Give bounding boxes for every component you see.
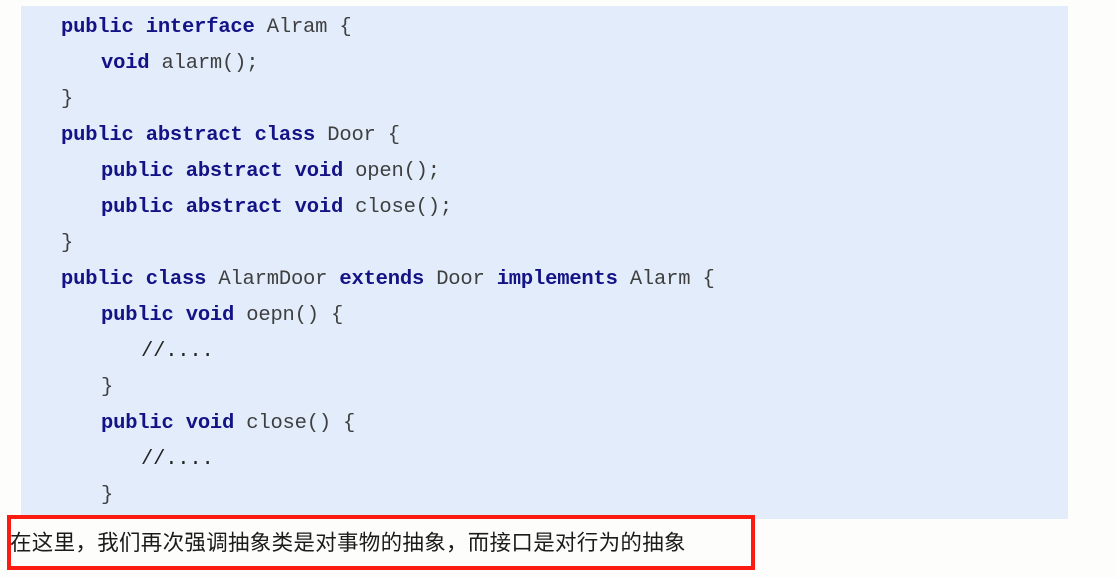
code-token-id: alarm(); [161, 52, 259, 75]
code-token-cm: //.... [141, 448, 214, 471]
code-line: public class AlarmDoor extends Door impl… [21, 262, 1068, 298]
code-token-id: close() { [246, 412, 356, 435]
code-token-kw: public void [101, 412, 247, 435]
code-line: public abstract void open(); [21, 154, 1068, 190]
code-token-kw: implements [496, 268, 630, 291]
code-line: } [21, 226, 1068, 262]
code-line: public void oepn() { [21, 298, 1068, 334]
code-token-id: } [101, 376, 114, 399]
callout-text: 在这里，我们再次强调抽象类是对事物的抽象，而接口是对行为的抽象 [10, 531, 686, 556]
code-token-kw: public void [101, 304, 247, 327]
code-token-id: Alarm { [629, 268, 715, 291]
code-token-id: Door [436, 268, 497, 291]
code-lines: public interface Alram {void alarm();} pu… [21, 6, 1068, 519]
code-token-id: oepn() { [246, 304, 344, 327]
code-token-id: open(); [355, 160, 440, 183]
code-token-kw: public abstract class [61, 124, 328, 147]
code-token-cm: //.... [141, 340, 214, 363]
code-line: //.... [21, 334, 1068, 370]
code-line: } [21, 370, 1068, 406]
code-token-id: AlarmDoor [218, 268, 340, 291]
code-token-id: } [61, 232, 74, 255]
code-line: public abstract void close(); [21, 190, 1068, 226]
code-token-kw: extends [339, 268, 437, 291]
code-line: public abstract class Door { [21, 118, 1068, 154]
code-line: //.... [21, 442, 1068, 478]
code-line: public interface Alram { [21, 10, 1068, 46]
code-token-id: Alram { [266, 16, 352, 39]
code-token-id: close(); [355, 196, 452, 219]
code-token-kw: public class [61, 268, 219, 291]
code-line: public void close() { [21, 406, 1068, 442]
code-token-kw: public interface [61, 16, 267, 39]
code-token-kw: void [101, 52, 162, 75]
code-line: void alarm(); [21, 46, 1068, 82]
code-token-id: } [101, 484, 114, 507]
code-token-id: Door { [327, 124, 400, 147]
code-token-id: } [61, 88, 74, 111]
code-token-kw: public abstract void [101, 196, 356, 219]
code-block: public interface Alram {void alarm();} pu… [21, 6, 1068, 519]
code-line: } [21, 478, 1068, 514]
code-token-kw: public abstract void [101, 160, 356, 183]
code-line: } [21, 82, 1068, 118]
